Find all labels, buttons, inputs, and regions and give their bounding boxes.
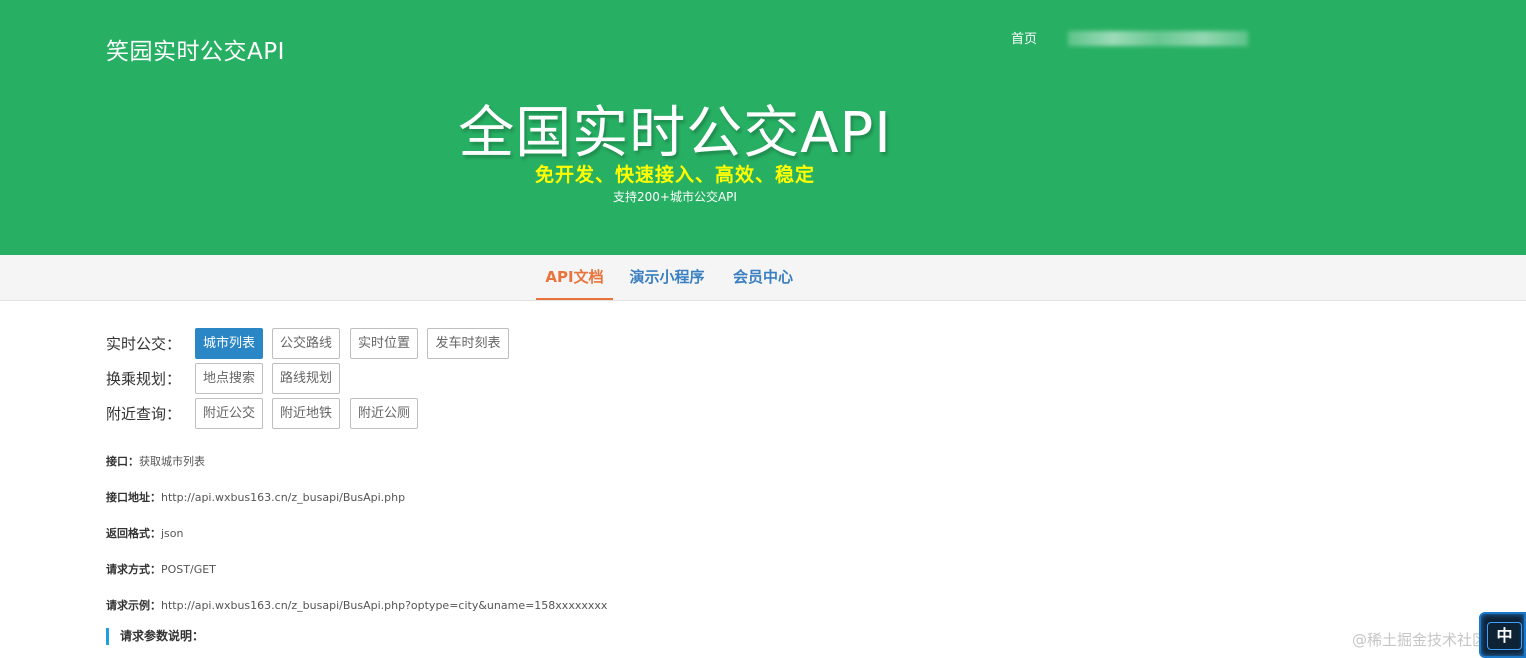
info-key: 返回格式： [106,527,161,540]
api-method-line: 请求方式：POST/GET [106,561,216,577]
nearby-subway-button[interactable]: 附近地铁 [272,398,340,429]
info-key: 请求方式： [106,563,161,576]
tab-demo-miniprogram[interactable]: 演示小程序 [622,255,712,300]
info-value: 获取城市列表 [139,455,205,468]
place-search-button[interactable]: 地点搜索 [195,363,263,394]
user-account-blurred[interactable] [1068,31,1248,46]
params-section-heading: 请求参数说明： [106,628,204,645]
info-key: 请求示例： [106,599,161,612]
api-format-line: 返回格式：json [106,525,184,541]
tab-member-center[interactable]: 会员中心 [726,255,800,300]
nav-home-link[interactable]: 首页 [1011,28,1037,47]
info-key: 接口： [106,455,139,468]
nearby-toilet-button[interactable]: 附近公厕 [350,398,418,429]
floating-widget-button[interactable]: 中 [1479,612,1526,658]
departure-timetable-button[interactable]: 发车时刻表 [427,328,509,359]
category-label: 附近查询： [106,405,182,423]
category-nearby-query: 附近查询： 附近公交 附近地铁 附近公厕 [106,398,526,429]
category-label: 实时公交： [106,335,182,353]
info-key: 接口地址： [106,491,161,504]
info-value: json [161,527,184,540]
category-transfer-planning: 换乘规划： 地点搜索 路线规划 [106,363,526,394]
info-value[interactable]: http://api.wxbus163.cn/z_busapi/BusApi.p… [161,491,405,504]
widget-label: 中 [1487,622,1522,650]
watermark: @稀土掘金技术社区 [1352,631,1488,649]
api-name-line: 接口：获取城市列表 [106,453,205,469]
api-url-line: 接口地址：http://api.wxbus163.cn/z_busapi/Bus… [106,489,405,505]
city-list-button[interactable]: 城市列表 [195,328,263,359]
hero-slogan: 免开发、快速接入、高效、稳定 [534,164,815,186]
hero-banner: 笑园实时公交API 首页 全国实时公交API 免开发、快速接入、高效、稳定 支持… [0,0,1526,255]
tab-api-docs[interactable]: API文档 [536,255,613,300]
tab-bar: API文档 演示小程序 会员中心 [0,255,1526,301]
hero-subtitle: 支持200+城市公交API [613,190,737,204]
category-realtime-bus: 实时公交： 城市列表 公交路线 实时位置 发车时刻表 [106,328,526,359]
site-brand[interactable]: 笑园实时公交API [106,32,285,66]
bus-route-button[interactable]: 公交路线 [272,328,340,359]
route-planning-button[interactable]: 路线规划 [272,363,340,394]
realtime-position-button[interactable]: 实时位置 [350,328,418,359]
info-value: POST/GET [161,563,216,576]
hero-title: 全国实时公交API [458,101,892,166]
nearby-bus-button[interactable]: 附近公交 [195,398,263,429]
category-label: 换乘规划： [106,370,182,388]
info-value[interactable]: http://api.wxbus163.cn/z_busapi/BusApi.p… [161,599,607,612]
api-example-line: 请求示例：http://api.wxbus163.cn/z_busapi/Bus… [106,597,607,613]
